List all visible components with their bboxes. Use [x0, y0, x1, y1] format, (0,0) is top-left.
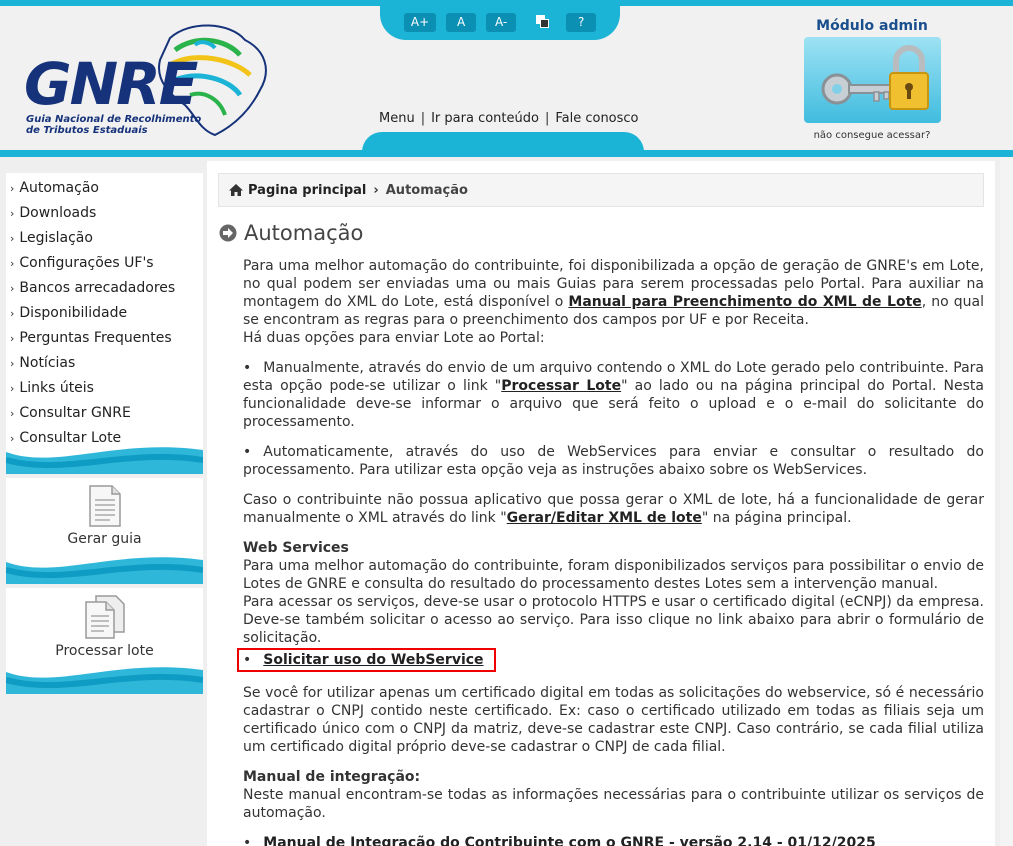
site-header: A+ A A- ? GNRE Guia Nacional de Recolhim… — [0, 0, 1013, 157]
sidebar-item-consultar-gnre[interactable]: › Consultar GNRE — [6, 401, 203, 426]
chevron-right-icon: › — [10, 232, 15, 245]
header-bottom-strip — [0, 150, 1013, 157]
skip-to-content-link[interactable]: Ir para conteúdo — [431, 111, 539, 126]
page-title: Automação — [219, 221, 363, 245]
wave-decoration — [6, 442, 203, 474]
intro-paragraph: Para uma melhor automação do contribuint… — [243, 258, 984, 328]
intro-options-text: Há duas opções para enviar Lote ao Porta… — [243, 330, 545, 346]
breadcrumb-separator-icon: › — [373, 182, 379, 198]
header-nav-notch — [362, 132, 644, 152]
page-title-text: Automação — [244, 221, 364, 245]
font-normal-button[interactable]: A — [446, 12, 477, 32]
manual-heading: Manual de integração: — [243, 769, 421, 785]
webservice-request-highlight: • Solicitar uso do WebService — [237, 648, 496, 672]
logo-wordmark: GNRE — [24, 50, 198, 118]
logo-subtitle: Guia Nacional de Recolhimento de Tributo… — [26, 114, 202, 136]
main-content: Pagina principal › Automação Automação P… — [207, 161, 995, 846]
sidebar-item-links-uteis[interactable]: › Links úteis — [6, 376, 203, 401]
bullet-manual-integracao: Manual de Integração do Contribuinte com… — [243, 834, 984, 846]
admin-login-button[interactable] — [803, 37, 941, 123]
home-icon[interactable] — [228, 183, 244, 197]
accessibility-toolbar: A+ A A- ? — [380, 4, 620, 40]
solicitar-webservice-link[interactable]: Solicitar uso do WebService — [263, 652, 483, 668]
sidebar-item-legislacao[interactable]: › Legislação — [6, 226, 203, 251]
breadcrumb: Pagina principal › Automação — [218, 173, 984, 207]
sidebar-item-configuracoes-ufs[interactable]: › Configurações UF's — [6, 251, 203, 276]
chevron-right-icon: › — [10, 357, 15, 370]
sidebar: › Automação › Downloads › Legislação › Confi… — [6, 173, 203, 694]
font-increase-button[interactable]: A+ — [403, 12, 437, 32]
key-lock-icon — [821, 45, 929, 110]
sidebar-item-noticias[interactable]: › Notícias — [6, 351, 203, 376]
processar-lote-box[interactable]: Processar lote — [6, 588, 203, 694]
sidebar-item-faq[interactable]: › Perguntas Frequentes — [6, 326, 203, 351]
chevron-right-icon: › — [10, 182, 15, 195]
manual-xml-lote-link[interactable]: Manual para Preenchimento do XML de Lote — [568, 294, 921, 310]
font-decrease-button[interactable]: A- — [486, 12, 517, 32]
chevron-right-icon: › — [10, 282, 15, 295]
sidebar-item-disponibilidade[interactable]: › Disponibilidade — [6, 301, 203, 326]
processar-lote-link[interactable]: Processar Lote — [501, 378, 621, 394]
arrow-circle-icon — [219, 224, 237, 242]
sidebar-item-bancos[interactable]: › Bancos arrecadadores — [6, 276, 203, 301]
admin-title: Módulo admin — [816, 18, 928, 34]
chevron-right-icon: › — [10, 407, 15, 420]
gerar-guia-label: Gerar guia — [67, 531, 142, 547]
contrast-toggle-icon[interactable] — [526, 13, 556, 32]
certificate-paragraph: Se você for utilizar apenas um certifica… — [243, 685, 984, 755]
top-navigation: Menu | Ir para conteúdo | Fale conosco — [379, 111, 639, 126]
chevron-right-icon: › — [10, 207, 15, 220]
manual-paragraph: Neste manual encontram-se todas as infor… — [243, 787, 984, 821]
chevron-right-icon: › — [10, 257, 15, 270]
chevron-right-icon: › — [10, 332, 15, 345]
wave-decoration — [6, 662, 203, 694]
manual-integracao-link[interactable]: Manual de Integração do Contribuinte com… — [263, 835, 875, 846]
wave-decoration — [6, 552, 203, 584]
menu-link[interactable]: Menu — [379, 111, 415, 126]
bullet-auto-option: Automaticamente, através do uso de WebSe… — [243, 443, 984, 479]
chevron-right-icon: › — [10, 382, 15, 395]
webservices-paragraph-1: Para uma melhor automação do contribuint… — [243, 558, 984, 592]
sidebar-menu: › Automação › Downloads › Legislação › Confi… — [6, 173, 203, 474]
page-right-gutter — [1000, 157, 1013, 846]
article-body: Para uma melhor automação do contribuint… — [237, 257, 984, 846]
chevron-right-icon: › — [10, 307, 15, 320]
sidebar-item-automacao[interactable]: › Automação — [6, 176, 203, 201]
gerar-editar-xml-link[interactable]: Gerar/Editar XML de lote — [507, 510, 702, 526]
breadcrumb-home-link[interactable]: Pagina principal — [248, 183, 366, 198]
sidebar-item-downloads[interactable]: › Downloads — [6, 201, 203, 226]
webservices-paragraph-2: Para acessar os serviços, deve-se usar o… — [243, 594, 984, 646]
bullet-manual-option: Manualmente, através do envio de um arqu… — [243, 359, 984, 431]
contact-link[interactable]: Fale conosco — [555, 111, 638, 126]
processar-lote-label: Processar lote — [55, 643, 154, 659]
webservices-heading: Web Services — [243, 540, 349, 556]
breadcrumb-current: Automação — [385, 182, 468, 198]
help-button[interactable]: ? — [566, 12, 597, 32]
gnre-logo[interactable]: GNRE Guia Nacional de Recolhimento de Tr… — [20, 20, 275, 140]
document-icon — [88, 485, 121, 527]
multiple-documents-icon — [84, 595, 125, 639]
admin-help-link[interactable]: não consegue acessar? — [803, 130, 941, 141]
gerar-guia-box[interactable]: Gerar guia — [6, 478, 203, 584]
xml-editor-paragraph: Caso o contribuinte não possua aplicativ… — [243, 492, 984, 526]
admin-module: Módulo admin não consegue acessar? — [803, 18, 941, 141]
